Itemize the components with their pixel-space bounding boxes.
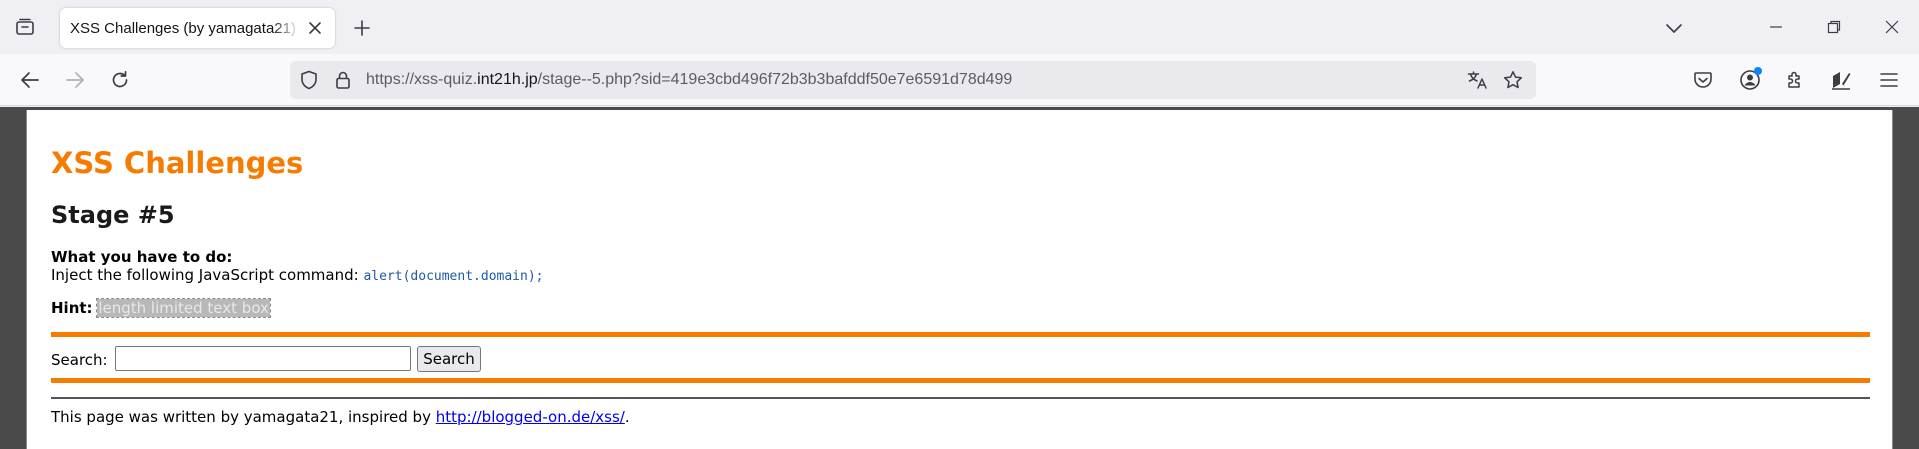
hint-value[interactable]: length limited text box (96, 298, 271, 318)
active-tab[interactable]: XSS Challenges (by yamagata21) - Stage #… (60, 8, 335, 48)
todo-instruction: Inject the following JavaScript command: (51, 266, 364, 284)
star-icon[interactable] (1502, 69, 1524, 91)
todo-text: Inject the following JavaScript command:… (51, 266, 543, 284)
orange-divider-bottom (51, 378, 1870, 383)
gray-divider (51, 397, 1870, 399)
page-viewport: XSS Challenges Stage #5 What you have to… (0, 107, 1919, 449)
search-button[interactable]: Search (417, 346, 481, 372)
shield-icon[interactable] (298, 69, 320, 91)
puzzle-icon[interactable] (1782, 67, 1808, 93)
minimize-icon[interactable] (1756, 12, 1796, 42)
plus-icon[interactable] (348, 14, 376, 42)
reload-icon[interactable] (104, 64, 136, 96)
footer-link[interactable]: http://blogged-on.de/xss/ (436, 408, 625, 426)
todo-label: What you have to do: (51, 248, 233, 266)
url-text[interactable]: https://xss-quiz.int21h.jp/stage--5.php?… (366, 71, 1012, 89)
page-title: XSS Challenges (51, 146, 304, 180)
back-arrow-icon[interactable] (14, 64, 46, 96)
pen-icon[interactable] (1828, 67, 1854, 93)
hint-label: Hint: (51, 299, 93, 317)
account-icon[interactable] (1737, 67, 1763, 93)
url-prefix: https://xss-quiz. (366, 71, 478, 88)
todo-code: alert(document.domain); (363, 269, 544, 284)
search-input[interactable] (115, 346, 411, 371)
url-host: int21h.jp (477, 71, 538, 88)
pocket-icon[interactable] (1690, 67, 1716, 93)
page-body: XSS Challenges Stage #5 What you have to… (26, 110, 1893, 449)
footer-text: This page was written by yamagata21, ins… (51, 408, 630, 426)
close-icon[interactable] (305, 18, 325, 38)
orange-divider-top (51, 332, 1870, 337)
footer-credit: This page was written by yamagata21, ins… (51, 408, 436, 426)
navigation-toolbar: https://xss-quiz.int21h.jp/stage--5.php?… (0, 54, 1919, 106)
address-bar[interactable]: https://xss-quiz.int21h.jp/stage--5.php?… (290, 61, 1536, 99)
tab-bar: XSS Challenges (by yamagata21) - Stage #… (0, 0, 1919, 54)
chevron-down-icon[interactable] (1660, 14, 1688, 42)
search-label: Search: (51, 351, 108, 369)
translate-icon[interactable] (1466, 69, 1490, 91)
forward-arrow-icon[interactable] (59, 64, 91, 96)
url-path: /stage--5.php?sid=419e3cbd496f72b3b3bafd… (537, 71, 1013, 88)
hint-row: Hint: length limited text box (51, 298, 271, 318)
notification-badge (1754, 67, 1762, 75)
restore-icon[interactable] (1814, 12, 1854, 42)
stage-heading: Stage #5 (51, 201, 175, 229)
browser-window: XSS Challenges (by yamagata21) - Stage #… (0, 0, 1919, 449)
tab-title: XSS Challenges (by yamagata21) - Stage #… (70, 19, 300, 37)
tab-list-icon[interactable] (10, 14, 40, 40)
lock-icon[interactable] (332, 69, 354, 91)
hamburger-menu-icon[interactable] (1876, 67, 1902, 93)
window-close-icon[interactable] (1872, 12, 1912, 42)
footer-period: . (624, 408, 630, 426)
